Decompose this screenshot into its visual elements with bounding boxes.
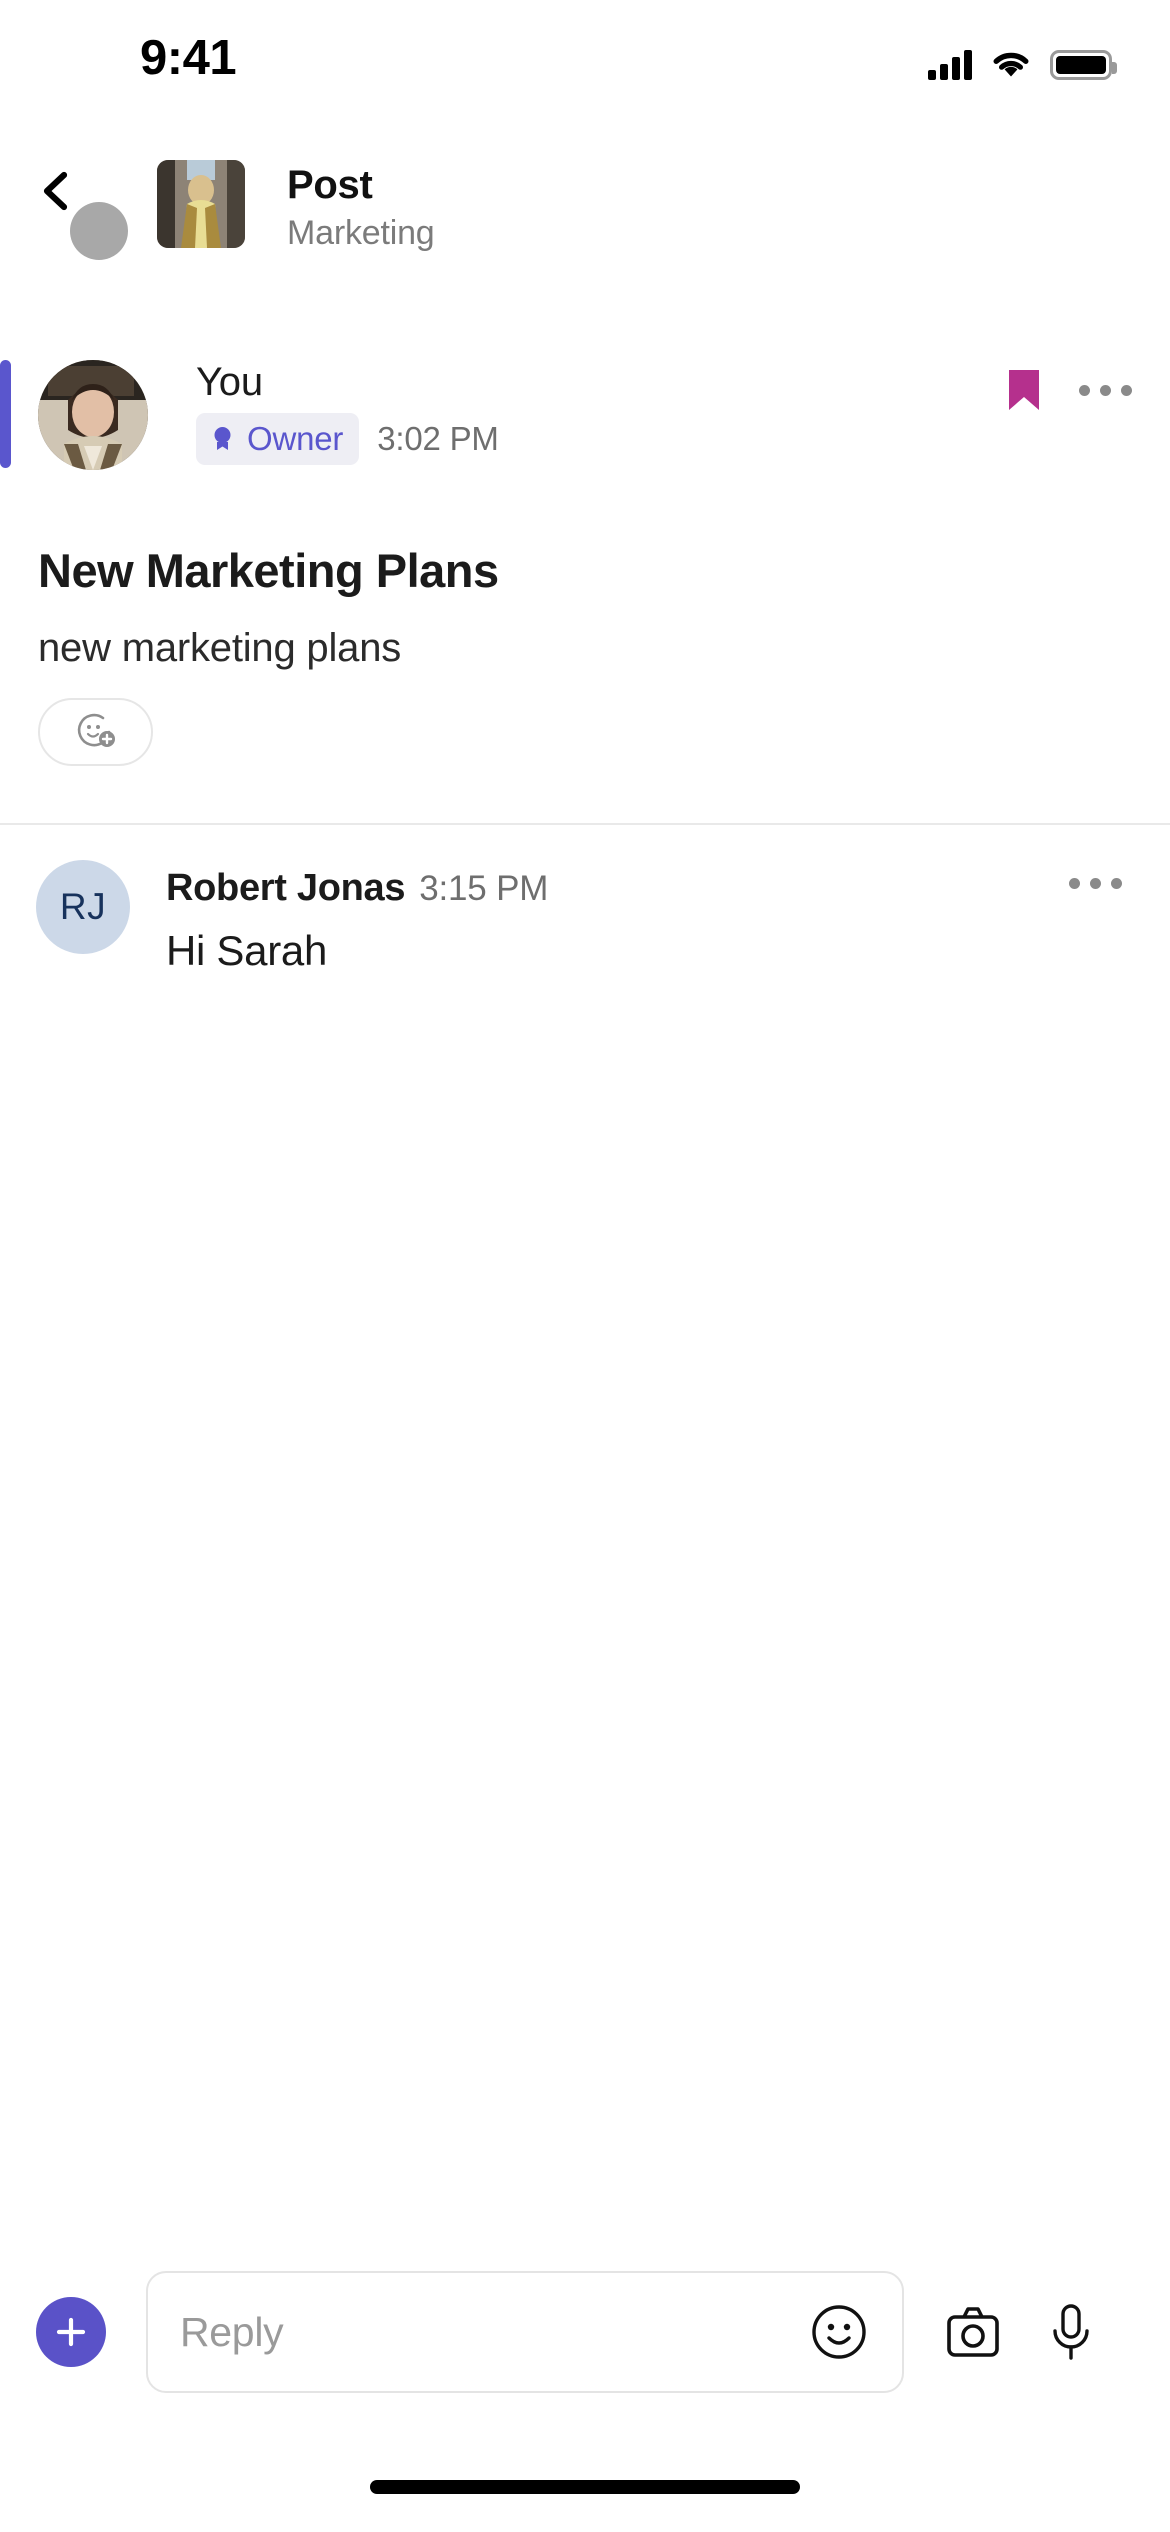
battery-full-icon bbox=[1050, 50, 1117, 80]
reply-timestamp: 3:15 PM bbox=[419, 869, 549, 908]
post-author: You bbox=[196, 360, 263, 404]
reply-text: Hi Sarah bbox=[166, 927, 328, 974]
channel-thumbnail[interactable] bbox=[157, 160, 245, 248]
home-indicator bbox=[370, 2480, 800, 2494]
section-divider bbox=[0, 823, 1170, 825]
add-reaction-button[interactable] bbox=[38, 698, 153, 766]
add-reaction-icon bbox=[77, 713, 115, 747]
presence-dot bbox=[70, 202, 128, 260]
smiley-icon[interactable] bbox=[810, 2303, 868, 2361]
status-bar-time: 9:41 bbox=[140, 31, 237, 85]
plus-icon bbox=[56, 2317, 86, 2347]
post-meta: Owner 3:02 PM bbox=[196, 412, 499, 465]
chevron-left-icon bbox=[43, 171, 68, 211]
badge-label: Owner bbox=[247, 419, 344, 457]
message-composer bbox=[0, 2262, 1170, 2402]
navigation-titles: Post Marketing bbox=[287, 162, 435, 255]
post-body: new marketing plans bbox=[38, 626, 402, 670]
award-ribbon-icon bbox=[214, 427, 231, 451]
status-bar-indicators bbox=[928, 50, 1117, 80]
post-header: You Owner 3:02 PM bbox=[196, 360, 499, 465]
status-bar: 9:41 bbox=[0, 0, 1170, 118]
phone-screen: 9:41 Post Marketing You Owner 3:02 PM Ne… bbox=[0, 0, 1170, 2532]
navigation-header: Post Marketing bbox=[0, 150, 1170, 260]
cellular-signal-icon bbox=[928, 50, 972, 80]
camera-icon[interactable] bbox=[942, 2301, 1004, 2363]
microphone-icon[interactable] bbox=[1044, 2301, 1098, 2363]
add-attachment-button[interactable] bbox=[36, 2297, 106, 2367]
reply-more-menu-button[interactable] bbox=[1069, 878, 1122, 889]
avatar[interactable] bbox=[38, 360, 148, 470]
reply-header: Robert Jonas 3:15 PM bbox=[166, 867, 548, 910]
post-title: New Marketing Plans bbox=[38, 544, 499, 597]
post-actions bbox=[1007, 368, 1132, 412]
page-title: Post bbox=[287, 163, 373, 207]
reply-input-wrapper[interactable] bbox=[146, 2271, 904, 2393]
avatar[interactable]: RJ bbox=[36, 860, 130, 954]
bookmark-filled-icon[interactable] bbox=[1007, 368, 1041, 412]
post-timestamp: 3:02 PM bbox=[377, 419, 499, 457]
post-more-menu-button[interactable] bbox=[1079, 384, 1132, 396]
reply-input[interactable] bbox=[148, 2273, 748, 2391]
wifi-icon bbox=[991, 50, 1031, 80]
page-subtitle: Marketing bbox=[287, 214, 435, 252]
post-accent-bar bbox=[0, 360, 11, 468]
reply-author: Robert Jonas bbox=[166, 867, 406, 909]
status-badge: Owner bbox=[196, 412, 360, 465]
